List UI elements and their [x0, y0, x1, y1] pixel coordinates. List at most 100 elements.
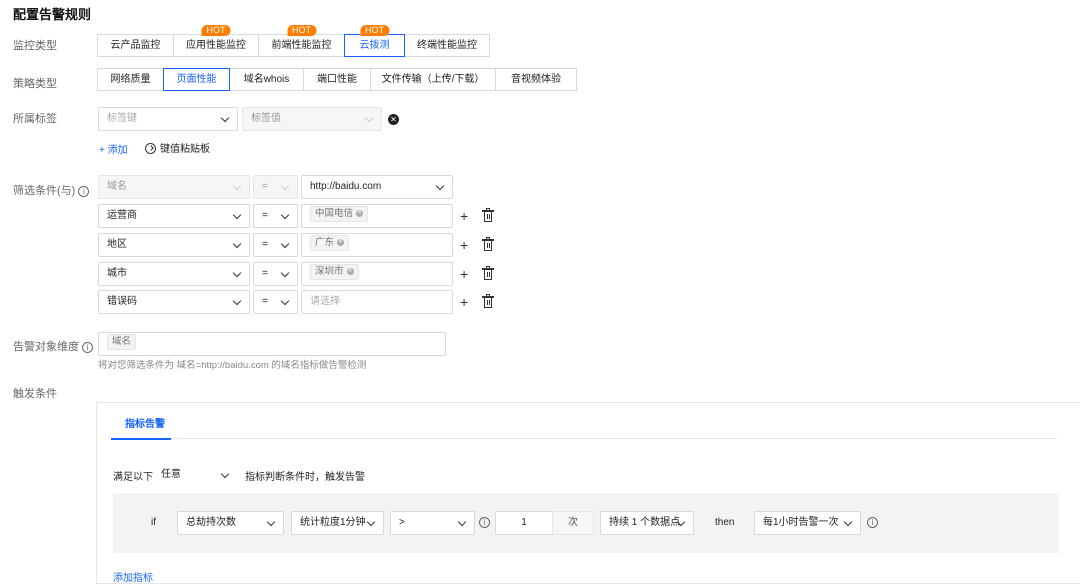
filter-field-select[interactable]: 地区 — [98, 233, 250, 257]
filter-op-select[interactable]: = — [253, 290, 298, 314]
alert-dimension-label: 告警对象维度 i — [13, 338, 94, 354]
filter-op-select[interactable]: = — [253, 233, 298, 257]
trigger-tab-bar: 指标告警 — [111, 415, 1057, 440]
strategy-type-selector: 网络质量 页面性能 域名whois 端口性能 文件传输（上传/下载） 音视频体验 — [97, 68, 577, 91]
filter-value-select[interactable]: 中国电信 ✕ — [301, 204, 453, 228]
strategy-type-file-transfer[interactable]: 文件传输（上传/下载） — [370, 68, 496, 91]
filter-value-select[interactable]: 广东 ✕ — [301, 233, 453, 257]
filter-op-select: = — [253, 175, 298, 199]
metric-select[interactable]: 总劫持次数 — [177, 511, 284, 535]
filter-label: 筛选条件(与) i — [13, 182, 90, 198]
delete-filter-icon[interactable] — [482, 294, 494, 308]
filter-value-select[interactable]: 深圳市 ✕ — [301, 262, 453, 286]
remove-tag-icon[interactable]: ✕ — [346, 267, 354, 275]
chevron-down-icon — [280, 181, 290, 191]
monitor-type-frontend[interactable]: HOT 前端性能监控 — [258, 25, 345, 57]
monitor-type-apm[interactable]: HOT 应用性能监控 — [173, 25, 259, 57]
info-icon[interactable]: i — [479, 517, 490, 528]
option-label: 页面性能 — [176, 74, 217, 85]
metric-value: 总劫持次数 — [186, 517, 236, 528]
delete-filter-icon[interactable] — [482, 266, 494, 280]
tag-value-select[interactable]: 标签值 — [242, 107, 382, 131]
tab-metric-alert[interactable]: 指标告警 — [111, 415, 179, 440]
strategy-type-page-perf[interactable]: 页面性能 — [163, 68, 230, 91]
filter-field-value: 地区 — [107, 239, 127, 250]
filter-value-select[interactable]: http://baidu.com — [301, 175, 453, 199]
info-icon[interactable]: i — [82, 341, 94, 353]
filter-value-tag: 中国电信 ✕ — [310, 206, 369, 223]
filter-field-value: 错误码 — [107, 296, 137, 307]
info-icon[interactable]: i — [78, 185, 90, 197]
granularity-select[interactable]: 统计粒度1分钟 — [291, 511, 384, 535]
alert-dimension-hint: 将对您筛选条件为 域名=http://baidu.com 的域名指标做告警检测 — [98, 360, 367, 371]
tag-text: 广东 — [315, 237, 335, 249]
clear-tag-icon[interactable]: ✕ — [388, 114, 399, 125]
filter-field-select[interactable]: 错误码 — [98, 290, 250, 314]
filter-field-select[interactable]: 运营商 — [98, 204, 250, 228]
filter-value-tag: 广东 ✕ — [310, 235, 350, 252]
chevron-down-icon — [280, 239, 290, 249]
monitor-type-terminal[interactable]: 终端性能监控 — [404, 34, 490, 57]
filter-field-value: 城市 — [107, 268, 127, 279]
monitor-type-cloud-probe[interactable]: HOT 云拨测 — [344, 25, 405, 57]
add-tag-button[interactable]: + 添加 — [99, 141, 128, 156]
frequency-value: 每1小时告警一次 — [763, 517, 839, 528]
chevron-down-icon — [280, 210, 290, 220]
chevron-down-icon — [280, 296, 290, 306]
option-label: 前端性能监控 — [271, 40, 332, 51]
chevron-down-icon — [266, 517, 276, 527]
filter-value-tag: 深圳市 ✕ — [310, 264, 359, 281]
chevron-down-icon — [457, 517, 467, 527]
add-filter-icon[interactable]: + — [460, 238, 468, 252]
trigger-panel: 指标告警 满足以下 任意 指标判断条件时，触发告警 if 总劫持次数 统计粒度1… — [96, 402, 1080, 584]
satisfy-suffix: 指标判断条件时，触发告警 — [245, 472, 365, 483]
chevron-down-icon — [232, 268, 242, 278]
add-filter-icon[interactable]: + — [460, 267, 468, 281]
chevron-down-icon — [232, 296, 242, 306]
alert-dimension-input[interactable]: 域名 — [98, 332, 446, 356]
operator-value: > — [399, 517, 405, 528]
strategy-type-av[interactable]: 音视频体验 — [495, 68, 577, 91]
tag-key-select[interactable]: 标签键 — [98, 107, 238, 131]
option-label: 云产品监控 — [110, 40, 161, 51]
frequency-select[interactable]: 每1小时告警一次 — [754, 511, 861, 535]
threshold-value: 1 — [521, 517, 527, 528]
strategy-type-whois[interactable]: 域名whois — [229, 68, 304, 91]
paste-board-label: 键值粘贴板 — [160, 144, 210, 155]
remove-tag-icon[interactable]: ✕ — [356, 209, 364, 217]
chevron-down-icon — [435, 181, 445, 191]
satisfy-select[interactable]: 任意 — [157, 464, 237, 488]
option-label: 文件传输（上传/下载） — [381, 74, 485, 85]
then-label: then — [715, 517, 735, 528]
hot-badge: HOT — [360, 25, 389, 36]
add-filter-icon[interactable]: + — [460, 295, 468, 309]
filter-field-value: 运营商 — [107, 210, 137, 221]
chevron-down-icon — [220, 113, 230, 123]
paste-board-button[interactable]: 键值粘贴板 — [145, 140, 210, 155]
strategy-type-network[interactable]: 网络质量 — [97, 68, 164, 91]
option-label: 音视频体验 — [511, 74, 561, 85]
delete-filter-icon[interactable] — [482, 208, 494, 222]
strategy-type-port[interactable]: 端口性能 — [303, 68, 371, 91]
tab-active-ink — [111, 438, 171, 440]
option-label: 终端性能监控 — [417, 40, 477, 51]
threshold-input[interactable]: 1 — [495, 511, 553, 535]
duration-select[interactable]: 持续 1 个数据点 — [600, 511, 694, 535]
satisfy-value: 任意 — [161, 469, 181, 480]
if-label: if — [151, 517, 156, 528]
remove-tag-icon[interactable]: ✕ — [337, 238, 345, 246]
delete-filter-icon[interactable] — [482, 237, 494, 251]
filter-op-value: = — [262, 181, 268, 192]
satisfy-prefix: 满足以下 — [113, 472, 153, 483]
filter-op-select[interactable]: = — [253, 262, 298, 286]
add-filter-icon[interactable]: + — [460, 209, 468, 223]
info-icon[interactable]: i — [867, 517, 878, 528]
filter-value-select[interactable]: 请选择 — [301, 290, 453, 314]
filter-field-select[interactable]: 城市 — [98, 262, 250, 286]
chevron-down-icon — [280, 268, 290, 278]
chevron-down-icon — [366, 517, 376, 527]
operator-select[interactable]: > — [390, 511, 475, 535]
filter-op-select[interactable]: = — [253, 204, 298, 228]
monitor-type-cloud-product[interactable]: 云产品监控 — [97, 34, 174, 57]
add-metric-button[interactable]: 添加指标 — [113, 569, 153, 584]
